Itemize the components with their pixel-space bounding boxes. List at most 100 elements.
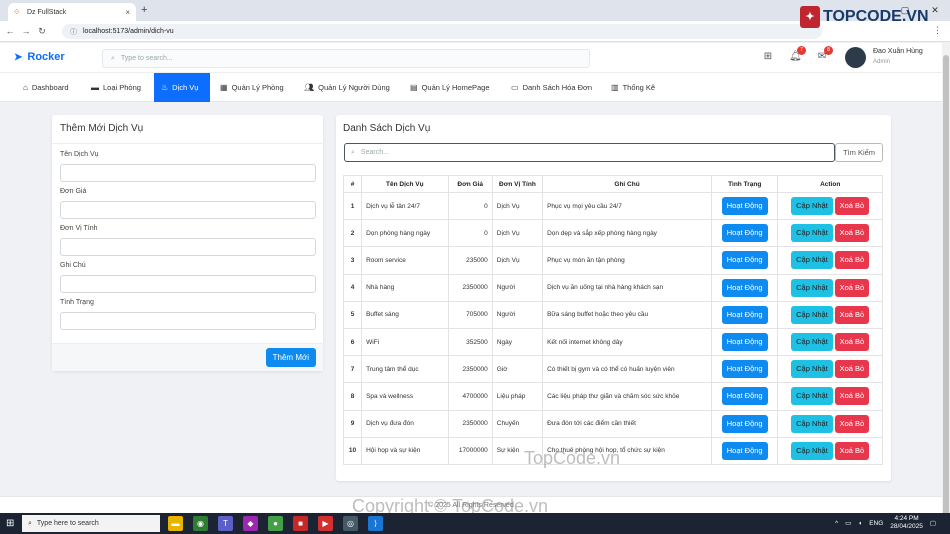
file-explorer-icon[interactable]: ▬ [168,516,183,531]
message-icon[interactable]: ✉ 8 [816,46,833,63]
network-icon[interactable]: ▭ [845,519,851,527]
cell-dvt: Dịch Vụ [491,191,544,221]
nav-label: Quản Lý Phòng [231,83,284,92]
cell-index: 2 [342,219,363,248]
update-button[interactable]: Cập Nhật [791,305,833,324]
status-button[interactable]: Hoạt Động [721,387,768,406]
nav-item-loai-phong[interactable]: ▬ Loại Phòng [84,73,148,102]
recorder-icon[interactable]: ■ [293,516,308,531]
update-button[interactable]: Cập Nhật [791,333,833,352]
update-button[interactable]: Cập Nhật [791,441,833,460]
update-button[interactable]: Cập Nhật [791,197,833,216]
nav-item-dich-vu[interactable]: ♨ Dịch Vụ [154,73,210,102]
status-button[interactable]: Hoạt Động [721,251,768,270]
don-gia-input[interactable] [60,201,316,219]
nav-item-quan-ly-nguoi-dung[interactable]: 👥︎ Quản Lý Người Dùng [297,73,397,102]
app-icon[interactable]: ◎ [343,516,358,531]
don-vi-tinh-input[interactable] [60,238,316,256]
delete-button[interactable]: Xoá Bỏ [834,278,870,297]
url-field[interactable]: ⓘ localhost:5173/admin/dich-vu [62,24,822,39]
update-button[interactable]: Cập Nhật [791,278,833,297]
cell-ten: Hội họp và sự kiện [361,436,449,465]
taskbar-apps: ▬ ◉ T ◆ ● ■ ▶ ◎ ⟩ [168,516,383,531]
update-button[interactable]: Cập Nhật [791,360,833,379]
status-button[interactable]: Hoạt Động [721,360,768,379]
delete-button[interactable]: Xoá Bỏ [834,305,870,324]
cell-action: Cập Nhật Xoá Bỏ [777,300,883,329]
update-button[interactable]: Cập Nhật [791,224,833,243]
delete-button[interactable]: Xoá Bỏ [834,414,870,433]
notifications-icon[interactable]: ▢ [930,519,936,527]
clock[interactable]: 4:24 PM 28/04/2025 [890,515,923,531]
update-button[interactable]: Cập Nhật [791,387,833,406]
new-tab-icon[interactable]: + [141,4,147,16]
col-dvt: Đơn Vị Tính [491,175,544,193]
tinh-trang-select[interactable] [60,312,316,330]
status-button[interactable]: Hoạt Động [721,224,768,243]
language-indicator[interactable]: ENG [869,520,883,527]
nav-item-thong-ke[interactable]: ▥ Thống Kê [604,73,662,102]
cell-ten: Dịch vụ đưa đón [361,409,449,438]
add-service-card: Thêm Mới Dịch Vụ Tên Dịch Vụ Đơn Giá Đơn… [52,115,323,371]
update-button[interactable]: Cập Nhật [791,251,833,270]
main-nav: ⌂ Dashboard ▬ Loại Phòng ♨ Dịch Vụ ▦ Quả… [0,73,942,102]
scrollbar-thumb[interactable] [943,55,949,534]
vscode-icon[interactable]: ⟩ [368,516,383,531]
ghi-chu-input[interactable] [60,275,316,293]
status-button[interactable]: Hoạt Động [721,278,768,297]
app-icon[interactable]: ● [268,516,283,531]
site-info-icon[interactable]: ⓘ [70,27,77,37]
forward-icon[interactable]: → [20,26,32,36]
windows-start-icon[interactable]: ⊞ [6,518,14,529]
col-index: # [342,175,363,193]
close-tab-icon[interactable]: × [125,8,130,17]
tray-arrow-icon[interactable]: ^ [835,520,838,527]
app-icon[interactable]: ◆ [243,516,258,531]
app-icon[interactable]: ▶ [318,516,333,531]
page-scrollbar[interactable] [942,43,950,534]
bell-icon[interactable]: 🔔︎ 7 [789,46,806,63]
status-button[interactable]: Hoạt Động [721,333,768,352]
delete-button[interactable]: Xoá Bỏ [834,251,870,270]
nav-item-quan-ly-phong[interactable]: ▦ Quản Lý Phòng [213,73,291,102]
clock-time: 4:24 PM [894,515,919,522]
reload-icon[interactable]: ↻ [36,26,48,37]
nav-item-quan-ly-homepage[interactable]: ▤ Quản Lý HomePage [403,73,497,102]
search-button[interactable]: Tìm Kiếm [835,143,883,162]
teams-icon[interactable]: T [218,516,233,531]
os-taskbar: ⊞ ⌕ Type here to search ▬ ◉ T ◆ ● ■ ▶ ◎ … [0,513,950,534]
nav-item-hoa-don[interactable]: ▭ Danh Sách Hóa Đơn [504,73,599,102]
browser-tab[interactable]: ⟐ Dz FullStack × [8,3,136,21]
volume-icon[interactable]: ◖ [858,520,862,527]
delete-button[interactable]: Xoá Bỏ [834,441,870,460]
status-button[interactable]: Hoạt Động [721,305,768,324]
header-search-input[interactable]: ⌕ Type to search... [102,49,590,68]
cell-ten: Trung tâm thể dục [361,355,449,384]
user-name[interactable]: Đao Xuân Hùng [873,48,923,55]
brand[interactable]: ➤ Rocker [14,51,65,63]
delete-button[interactable]: Xoá Bỏ [834,387,870,406]
status-button[interactable]: Hoạt Động [721,414,768,433]
browser-menu-icon[interactable]: ⋮ [933,25,942,36]
cell-ghichu: Có thiết bị gym và có thể có huấn luyện … [542,355,712,384]
delete-button[interactable]: Xoá Bỏ [834,333,870,352]
label-ten: Tên Dịch Vụ [60,151,99,158]
chrome-icon[interactable]: ◉ [193,516,208,531]
avatar[interactable] [845,47,866,68]
apps-grid-icon[interactable]: ⊞ [762,51,774,63]
back-icon[interactable]: ← [4,26,16,36]
add-service-button[interactable]: Thêm Mới [265,348,316,367]
cell-dvt: Người [491,300,544,329]
status-button[interactable]: Hoạt Động [721,197,768,216]
list-search-input[interactable]: ⌕ Search... [344,143,835,162]
ten-dich-vu-input[interactable] [60,164,316,182]
cell-index: 9 [342,409,363,438]
update-button[interactable]: Cập Nhật [791,414,833,433]
delete-button[interactable]: Xoá Bỏ [834,197,870,216]
delete-button[interactable]: Xoá Bỏ [834,360,870,379]
nav-item-dashboard[interactable]: ⌂ Dashboard [16,73,76,102]
cell-index: 1 [342,191,363,221]
status-button[interactable]: Hoạt Động [721,441,768,460]
taskbar-search[interactable]: ⌕ Type here to search [22,515,160,532]
delete-button[interactable]: Xoá Bỏ [834,224,870,243]
